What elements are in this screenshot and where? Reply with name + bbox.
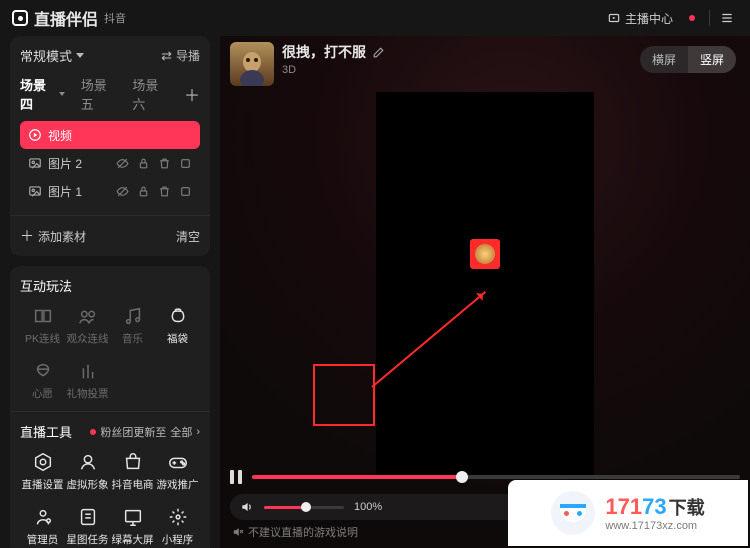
progress-fill xyxy=(252,475,462,479)
plus-icon: ＋ xyxy=(20,226,34,246)
source-label: 图片 1 xyxy=(48,183,82,200)
app-logo-icon xyxy=(12,10,28,26)
chevron-down-icon xyxy=(59,92,65,96)
character-sub: 3D xyxy=(282,64,385,76)
app-subtitle: 抖音 xyxy=(104,10,126,26)
volume-knob[interactable] xyxy=(301,502,311,512)
character-name: 很拽，打不服 xyxy=(282,42,366,62)
wish[interactable]: 心愿 xyxy=(20,360,65,401)
stream-hint: 不建议直播的游戏说明 xyxy=(232,524,358,540)
add-source-button[interactable]: ＋ 添加素材 xyxy=(20,226,86,246)
more-icon[interactable] xyxy=(179,157,192,170)
lock-icon[interactable] xyxy=(137,185,150,198)
streamer-center-button[interactable]: 主播中心 xyxy=(599,6,681,31)
volume-value: 100% xyxy=(354,501,382,513)
volume-track[interactable] xyxy=(264,506,344,509)
image-icon xyxy=(28,184,42,198)
menu-icon[interactable] xyxy=(716,7,738,29)
dot-icon xyxy=(90,429,96,435)
clear-sources-button[interactable]: 清空 xyxy=(176,228,200,245)
music[interactable]: 音乐 xyxy=(110,305,155,346)
lucky-bag[interactable]: 福袋 xyxy=(155,305,200,346)
interactive-title: 互动玩法 xyxy=(20,276,200,295)
pause-button[interactable] xyxy=(230,470,242,484)
watermark: 17173下载 www.17173xz.com xyxy=(508,480,748,546)
scene-tab-4[interactable]: 场景四 xyxy=(20,75,65,113)
source-item-video[interactable]: 视频 xyxy=(20,121,200,149)
mode-select[interactable]: 常规模式 xyxy=(20,46,84,65)
director-label: 导播 xyxy=(176,47,200,64)
tool-greenscreen[interactable]: 绿幕大屏 xyxy=(110,506,155,547)
audience-connect[interactable]: 观众连线 xyxy=(65,305,110,346)
volume-icon[interactable] xyxy=(240,500,254,514)
pk-connect[interactable]: PK连线 xyxy=(20,305,65,346)
scene-panel: 常规模式 ⇄ 导播 场景四 场景五 场景六 ＋ 视频 xyxy=(10,36,210,256)
progress-knob[interactable] xyxy=(456,471,468,483)
scene-tab-6[interactable]: 场景六 xyxy=(132,75,168,113)
mute-speaker-icon xyxy=(232,526,244,538)
broadcast-icon xyxy=(607,11,621,25)
add-source-label: 添加素材 xyxy=(38,228,86,245)
chevron-down-icon xyxy=(76,53,84,58)
volume-fill xyxy=(264,506,306,509)
interactive-panel: 互动玩法 PK连线 观众连线 音乐 福袋 心愿 礼物投票 直播工具 粉丝团更新至… xyxy=(10,266,210,548)
visibility-icon[interactable] xyxy=(116,185,129,198)
character-sprite[interactable] xyxy=(470,239,500,269)
preview-stage[interactable] xyxy=(376,92,594,478)
more-icon[interactable] xyxy=(179,185,192,198)
delete-icon[interactable] xyxy=(158,185,171,198)
annotation-box xyxy=(313,364,375,426)
chevron-right-icon: › xyxy=(196,426,200,438)
watermark-logo-icon xyxy=(551,491,595,535)
source-label: 视频 xyxy=(48,127,72,144)
delete-icon[interactable] xyxy=(158,157,171,170)
orientation-toggle: 横屏 竖屏 xyxy=(640,46,736,73)
tool-admin[interactable]: 管理员 xyxy=(20,506,65,547)
director-button[interactable]: ⇄ 导播 xyxy=(161,47,200,64)
swap-icon: ⇄ xyxy=(161,48,172,64)
lock-icon[interactable] xyxy=(137,157,150,170)
image-icon xyxy=(28,156,42,170)
notification-button[interactable] xyxy=(681,11,703,25)
tools-title: 直播工具 xyxy=(20,422,72,441)
mode-label: 常规模式 xyxy=(20,46,72,65)
source-item-image1[interactable]: 图片 1 xyxy=(20,177,200,205)
tools-news-link[interactable]: 粉丝团更新至 全部 › xyxy=(90,424,200,440)
orientation-landscape[interactable]: 横屏 xyxy=(640,46,688,73)
edit-icon[interactable] xyxy=(372,46,385,59)
divider xyxy=(709,10,710,26)
tool-virtual-avatar[interactable]: 虚拟形象 xyxy=(65,451,110,492)
tool-miniapp[interactable]: 小程序 xyxy=(155,506,200,547)
streamer-center-label: 主播中心 xyxy=(625,10,673,27)
source-label: 图片 2 xyxy=(48,155,82,172)
notification-dot-icon xyxy=(689,15,695,21)
watermark-url: www.17173xz.com xyxy=(605,520,704,532)
orientation-portrait[interactable]: 竖屏 xyxy=(688,46,736,73)
scene-tab-5[interactable]: 场景五 xyxy=(81,75,117,113)
tool-game-promo[interactable]: 游戏推广 xyxy=(155,451,200,492)
tool-stream-settings[interactable]: 直播设置 xyxy=(20,451,65,492)
source-item-image2[interactable]: 图片 2 xyxy=(20,149,200,177)
tool-douyin-shop[interactable]: 抖音电商 xyxy=(110,451,155,492)
tool-star-task[interactable]: 星图任务 xyxy=(65,506,110,547)
play-circle-icon xyxy=(28,128,42,142)
visibility-icon[interactable] xyxy=(116,157,129,170)
gift-vote[interactable]: 礼物投票 xyxy=(65,360,110,401)
character-thumbnail[interactable] xyxy=(230,42,274,86)
progress-track[interactable] xyxy=(252,475,740,479)
app-title: 直播伴侣 xyxy=(34,6,98,30)
add-scene-button[interactable]: ＋ xyxy=(184,82,200,106)
preview-area: 横屏 竖屏 很拽，打不服 3D xyxy=(220,36,750,548)
